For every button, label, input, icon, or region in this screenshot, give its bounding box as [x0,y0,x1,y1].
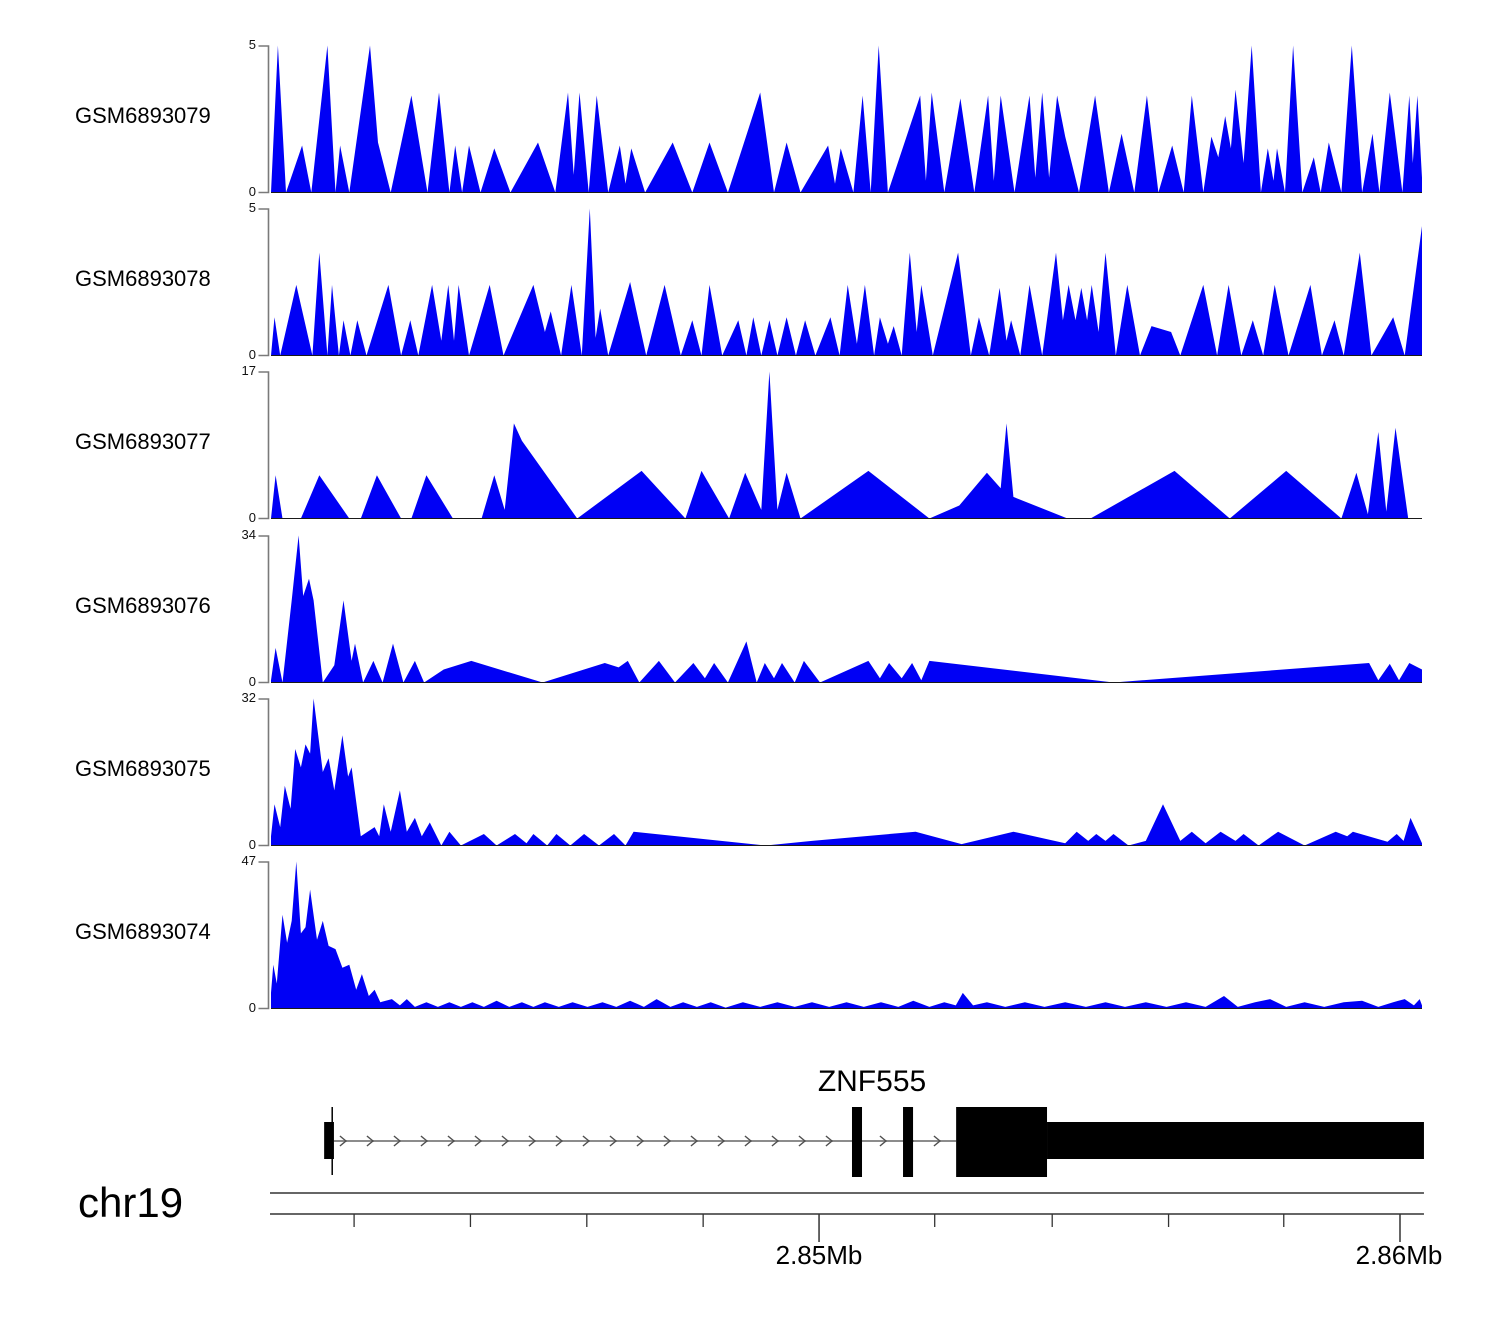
coordinate-ruler [0,1185,1500,1275]
track-label: GSM6893079 [75,103,211,129]
y-axis-bracket [259,372,269,519]
track-waveform [240,861,1430,1010]
y-axis-bracket [259,536,269,683]
y-axis-bracket [259,46,269,193]
track-waveform [240,45,1430,194]
track-waveform [240,371,1430,520]
y-axis-bracket [259,699,269,846]
track-label: GSM6893075 [75,756,211,782]
track-label: GSM6893077 [75,429,211,455]
track-waveform [240,208,1430,357]
track-waveform [240,535,1430,684]
track-label: GSM6893076 [75,593,211,619]
track-label: GSM6893074 [75,919,211,945]
ruler-tick-label: 2.86Mb [1349,1241,1449,1269]
ruler-tick-label: 2.85Mb [769,1241,869,1269]
track-label: GSM6893078 [75,266,211,292]
track-waveform [240,698,1430,847]
genome-coverage-figure: GSM6893079 5 0 GSM6893078 5 0 GSM6893077… [0,0,1500,1320]
gene-structure [0,1055,1500,1185]
y-axis-bracket [259,209,269,356]
y-axis-bracket [259,862,269,1009]
